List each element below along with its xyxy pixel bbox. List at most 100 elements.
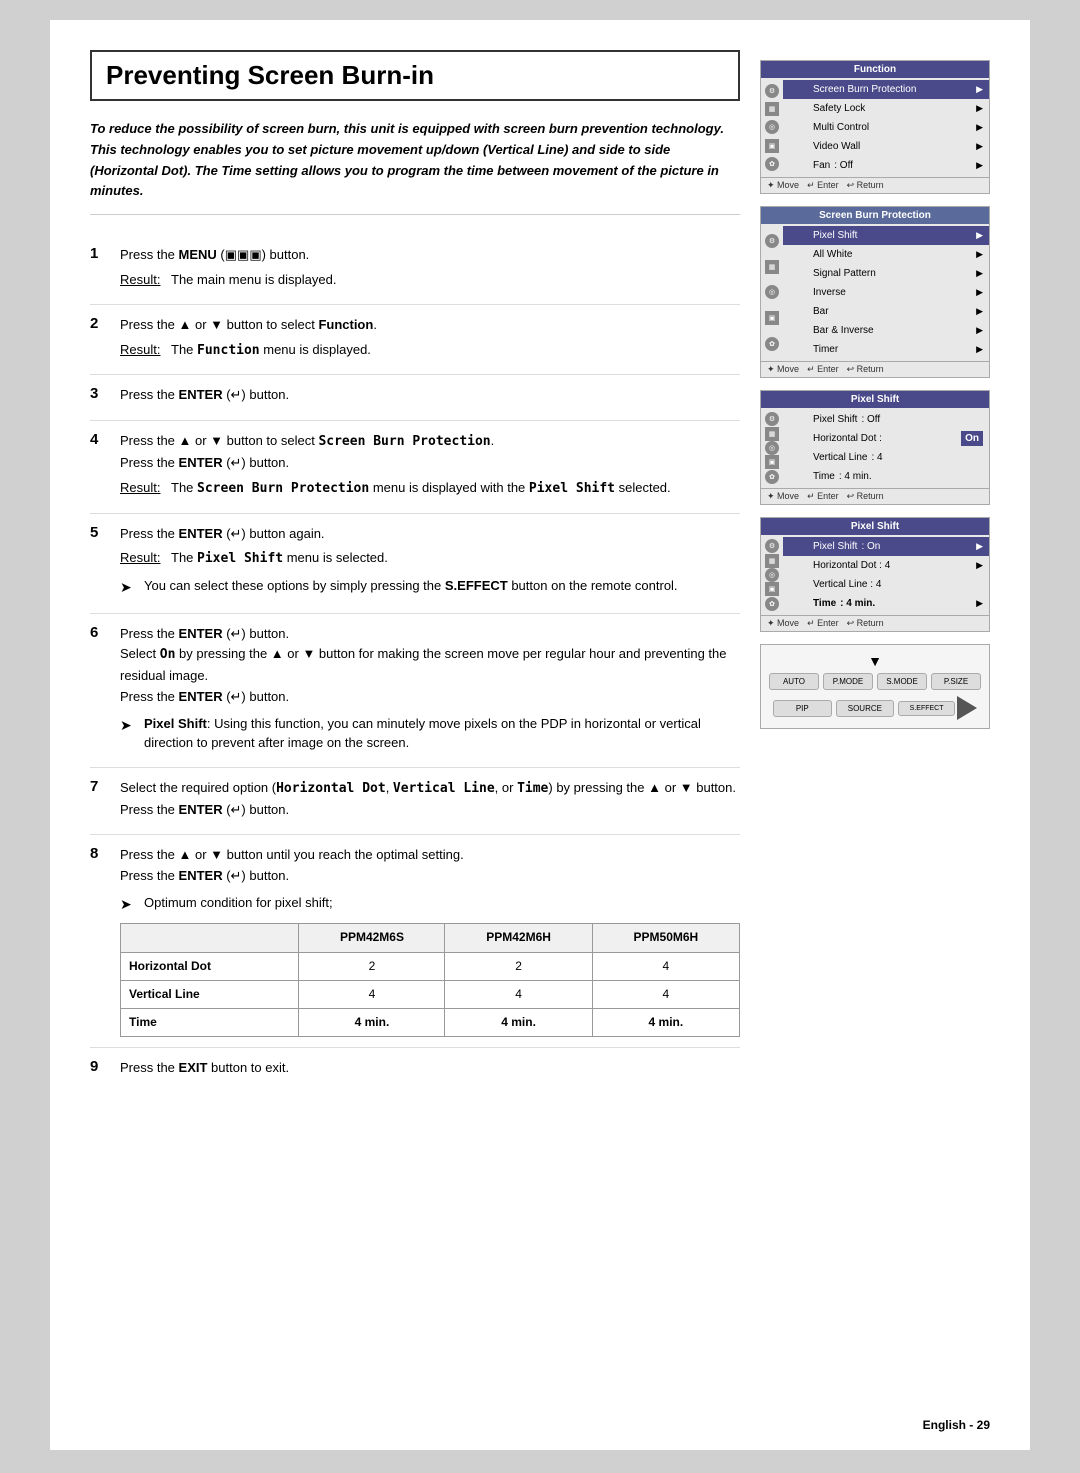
step-5-content: Press the ENTER (↵) button again. Result… — [120, 524, 740, 603]
menu-item-all-white: All White ▶ — [783, 245, 989, 264]
icon-4-4: ▣ — [765, 582, 779, 596]
menu-item-pixel-shift: Pixel Shift ▶ — [783, 226, 989, 245]
table-row-vertical: Vertical Line 4 4 4 — [121, 980, 740, 1008]
result-label-5: Result: — [120, 548, 165, 569]
footer-move: ✦ Move — [767, 180, 799, 191]
icon-2-3: ◎ — [765, 285, 779, 299]
step-1: 1 Press the MENU (▣▣▣) button. Result: T… — [90, 235, 740, 305]
menu-left-icons-4: ⚙ ▦ ◎ ▣ ✿ — [765, 535, 779, 615]
step-7-action: Select the required option (Horizontal D… — [120, 778, 740, 821]
menu-item-bar-text: Bar — [813, 304, 829, 319]
note-arrow-5: ➤ — [120, 576, 136, 598]
ps2-item-horizontal-dot: Horizontal Dot : 4 ▶ — [783, 556, 989, 575]
menu-item-timer: Timer ▶ — [783, 340, 989, 359]
ps-item-time-value: : 4 min. — [839, 469, 872, 484]
intro-paragraph: To reduce the possibility of screen burn… — [90, 119, 740, 215]
table-cell-horizontal-2: 2 — [445, 952, 592, 980]
footer-enter: ↵ Enter — [807, 180, 839, 191]
menu-item-all-white-text: All White — [813, 247, 852, 262]
icon-4-5: ✿ — [765, 597, 779, 611]
step-number-4: 4 — [90, 431, 110, 448]
menu-item-safety-lock-arrow: ▶ — [976, 102, 983, 116]
icon-1: ⚙ — [765, 84, 779, 98]
menu-item-video-wall-text: Video Wall — [813, 139, 860, 154]
ps2-item-time: Time : 4 min. ▶ — [783, 594, 989, 613]
note-arrow-8: ➤ — [120, 893, 136, 915]
step-8-action: Press the ▲ or ▼ button until you reach … — [120, 845, 740, 887]
menu-item-signal-pattern: Signal Pattern ▶ — [783, 264, 989, 283]
menu-item-multi-control: Multi Control ▶ — [783, 118, 989, 137]
menu-item-safety-lock: Safety Lock ▶ — [783, 99, 989, 118]
ps2-item-time-arrow: ▶ — [976, 597, 983, 611]
menu-item-multi-control-arrow: ▶ — [976, 121, 983, 135]
menu-item-timer-arrow: ▶ — [976, 343, 983, 357]
table-cell-vertical-3: 4 — [592, 980, 739, 1008]
menu-left-icons-1: ⚙ ▦ ◎ ▣ ✿ — [765, 78, 779, 177]
step-5-action: Press the ENTER (↵) button again. — [120, 524, 740, 545]
menu-item-signal-pattern-arrow: ▶ — [976, 267, 983, 281]
result-text-2: The Function menu is displayed. — [171, 340, 371, 362]
menu-item-multi-control-text: Multi Control — [813, 120, 869, 135]
function-menu-title: Function — [761, 61, 989, 78]
steps-list: 1 Press the MENU (▣▣▣) button. Result: T… — [90, 235, 740, 1093]
menu-item-bar-arrow: ▶ — [976, 305, 983, 319]
step-9-content: Press the EXIT button to exit. — [120, 1058, 740, 1083]
left-column: Preventing Screen Burn-in To reduce the … — [90, 50, 740, 1410]
step-1-action: Press the MENU (▣▣▣) button. — [120, 245, 740, 266]
step-number-3: 3 — [90, 385, 110, 402]
table-row-horizontal: Horizontal Dot 2 2 4 — [121, 952, 740, 980]
table-cell-vertical-2: 4 — [445, 980, 592, 1008]
step-number-2: 2 — [90, 315, 110, 332]
icon-5: ✿ — [765, 157, 779, 171]
icon-4: ▣ — [765, 139, 779, 153]
pixel-shift-menu-box-2: Pixel Shift ⚙ ▦ ◎ ▣ ✿ Pixel Shift : On ▶ — [760, 517, 990, 632]
step-3: 3 Press the ENTER (↵) button. — [90, 375, 740, 421]
menu-item-signal-pattern-text: Signal Pattern — [813, 266, 876, 281]
table-cell-horizontal-3: 4 — [592, 952, 739, 980]
menu-item-pixel-shift-text: Pixel Shift — [813, 228, 857, 243]
footer-enter-2: ↵ Enter — [807, 364, 839, 375]
menu-item-inverse-arrow: ▶ — [976, 286, 983, 300]
note-text-6: Pixel Shift: Using this function, you ca… — [144, 714, 740, 753]
ps2-item-time-value: : 4 min. — [840, 596, 875, 611]
page: Preventing Screen Burn-in To reduce the … — [50, 20, 1030, 1450]
icon-2-4: ▣ — [765, 311, 779, 325]
icon-3: ◎ — [765, 120, 779, 134]
ps2-item-horizontal-dot-text: Horizontal Dot : 4 — [813, 558, 890, 573]
table-cell-vertical-1: 4 — [299, 980, 445, 1008]
menu-item-screen-burn-text: Screen Burn Protection — [813, 82, 916, 97]
pixel-shift-table: PPM42M6S PPM42M6H PPM50M6H Horizontal Do… — [120, 923, 740, 1037]
step-4-action: Press the ▲ or ▼ button to select Screen… — [120, 431, 740, 474]
remote-btn-pmode: P.MODE — [823, 673, 873, 690]
footer-move-3: ✦ Move — [767, 491, 799, 502]
menu-item-video-wall-arrow: ▶ — [976, 140, 983, 154]
result-label-1: Result: — [120, 270, 165, 291]
menu-footer-2: ✦ Move ↵ Enter ↩ Return — [761, 361, 989, 377]
note-arrow-6: ➤ — [120, 714, 136, 736]
step-8-content: Press the ▲ or ▼ button until you reach … — [120, 845, 740, 1037]
ps2-item-pixel-shift-arrow: ▶ — [976, 540, 983, 554]
table-header-ppm42m6h: PPM42M6H — [445, 924, 592, 952]
icon-2-2: ▦ — [765, 260, 779, 274]
step-6-action: Press the ENTER (↵) button. Select On by… — [120, 624, 740, 708]
step-number-7: 7 — [90, 778, 110, 795]
ps-item-vertical-line-value: : 4 — [871, 450, 882, 465]
icon-3-2: ▦ — [765, 427, 779, 441]
pixel-shift-menu-title-1: Pixel Shift — [761, 391, 989, 408]
pixel-shift-menu-items-1: Pixel Shift : Off Horizontal Dot : On Ve… — [783, 408, 989, 488]
result-text-4: The Screen Burn Protection menu is displ… — [171, 478, 671, 500]
icon-2: ▦ — [765, 102, 779, 116]
ps2-item-pixel-shift-text: Pixel Shift — [813, 539, 857, 554]
menu-item-fan-value: : Off — [834, 158, 853, 173]
footer-return-4: ↩ Return — [847, 618, 884, 629]
menu-item-timer-text: Timer — [813, 342, 838, 357]
footer-return-3: ↩ Return — [847, 491, 884, 502]
menu-item-fan: Fan : Off ▶ — [783, 156, 989, 175]
remote-btn-auto: AUTO — [769, 673, 819, 690]
menu-item-safety-lock-text: Safety Lock — [813, 101, 865, 116]
menu-item-bar-inverse-arrow: ▶ — [976, 324, 983, 338]
ps-item-vertical-line: Vertical Line : 4 — [783, 448, 989, 467]
step-5: 5 Press the ENTER (↵) button again. Resu… — [90, 514, 740, 614]
step-3-action: Press the ENTER (↵) button. — [120, 385, 740, 406]
footer-text: English - 29 — [923, 1418, 990, 1432]
